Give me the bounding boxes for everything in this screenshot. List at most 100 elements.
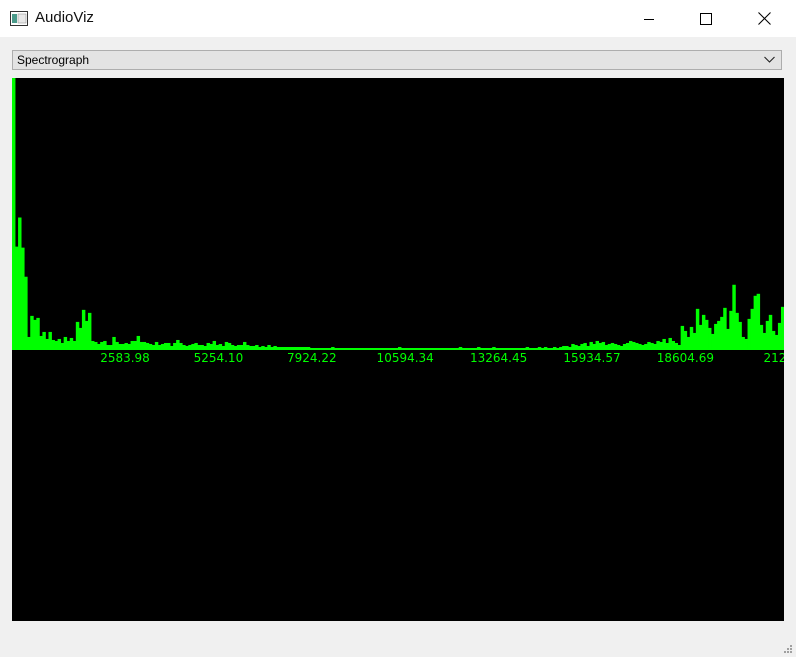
spectrum-bar bbox=[616, 344, 621, 349]
spectrum-bar bbox=[440, 348, 444, 349]
spectrum-bar bbox=[294, 346, 299, 349]
spectrum-bar bbox=[282, 346, 286, 349]
spectrum-bar bbox=[431, 348, 435, 349]
spectrum-bar bbox=[197, 344, 201, 349]
spectrum-bar bbox=[650, 342, 654, 349]
spectrum-bar bbox=[461, 348, 466, 349]
spectrum-bar bbox=[170, 345, 174, 349]
frequency-tick-label: 10594.34 bbox=[376, 351, 434, 365]
spectrum-bar bbox=[732, 284, 736, 349]
spectrum-bar bbox=[94, 341, 98, 349]
resize-grip-icon[interactable] bbox=[783, 644, 793, 654]
spectrum-bar bbox=[328, 348, 332, 349]
spectrum-bar bbox=[525, 346, 530, 349]
spectrum-bar bbox=[492, 346, 496, 349]
spectrum-bar bbox=[100, 341, 104, 349]
spectrum-bar bbox=[24, 276, 28, 349]
spectrum-bar bbox=[188, 344, 192, 349]
spectrum-bar bbox=[698, 324, 703, 349]
spectrum-bar bbox=[312, 348, 317, 349]
spectrum-bar bbox=[109, 344, 113, 349]
maximize-button[interactable] bbox=[677, 0, 735, 37]
spectrum-bar bbox=[595, 340, 599, 349]
chevron-down-icon bbox=[764, 56, 775, 63]
spectrum-bar bbox=[449, 348, 454, 349]
spectrum-bar bbox=[601, 341, 606, 349]
spectrum-bar bbox=[467, 348, 472, 349]
spectrum-bar bbox=[416, 348, 420, 349]
spectrum-bar bbox=[774, 334, 779, 349]
close-button[interactable] bbox=[735, 0, 793, 37]
minimize-button[interactable] bbox=[620, 0, 678, 37]
spectrum-bar bbox=[233, 345, 238, 349]
spectrum-bar bbox=[151, 344, 156, 349]
spectrum-bar bbox=[239, 344, 244, 349]
spectrum-bar bbox=[674, 342, 679, 349]
spectrum-bar bbox=[531, 348, 536, 349]
frequency-tick-label: 2127 bbox=[763, 351, 784, 365]
spectrum-bar bbox=[498, 348, 502, 349]
spectrum-bar bbox=[501, 348, 505, 349]
mode-select-value: Spectrograph bbox=[17, 53, 90, 67]
spectrum-bar bbox=[656, 340, 660, 349]
spectrum-bar bbox=[194, 342, 198, 349]
spectrum-bar bbox=[470, 348, 475, 349]
spectrum-bar bbox=[483, 348, 487, 349]
spectrum-bar bbox=[349, 348, 353, 349]
spectrum-bar bbox=[364, 348, 369, 349]
spectrum-bar bbox=[154, 341, 159, 349]
spectrum-bar bbox=[209, 343, 213, 349]
spectrum-bar bbox=[568, 346, 572, 349]
spectrum-bar bbox=[48, 331, 52, 349]
spectrum-bar bbox=[157, 344, 162, 349]
spectrum-bar bbox=[528, 348, 533, 349]
spectrum-bar bbox=[206, 342, 210, 349]
spectrum-bar bbox=[680, 325, 685, 349]
spectrum-bar bbox=[628, 340, 633, 349]
spectrum-bar bbox=[136, 335, 141, 349]
spectrum-bar bbox=[489, 348, 493, 349]
spectrum-bar bbox=[653, 343, 657, 349]
spectrum-bar bbox=[273, 345, 277, 349]
spectrum-bar bbox=[750, 308, 755, 349]
spectrum-bar bbox=[367, 348, 372, 349]
spectrum-bar bbox=[452, 348, 457, 349]
spectrum-bar bbox=[218, 343, 223, 349]
spectrum-bar bbox=[598, 342, 603, 349]
spectrum-bar bbox=[331, 346, 335, 349]
spectrum-bar bbox=[54, 340, 58, 349]
spectrum-bar bbox=[644, 343, 648, 349]
spectrum-bar bbox=[407, 348, 411, 349]
spectrum-bar bbox=[738, 321, 742, 349]
spectrum-bars bbox=[12, 78, 784, 350]
spectrograph-canvas: 2583.98 5254.10 7924.22 10594.34 13264.45 159… bbox=[12, 78, 784, 621]
spectrum-bar bbox=[632, 341, 636, 349]
spectrum-bar bbox=[382, 348, 387, 349]
spectrum-bar bbox=[534, 348, 539, 349]
spectrum-bar bbox=[115, 341, 119, 349]
spectrum-bar bbox=[486, 348, 490, 349]
spectrum-bar bbox=[173, 342, 177, 349]
spectrum-bar bbox=[346, 348, 350, 349]
spectrum-bar bbox=[708, 327, 712, 349]
spectrum-bar bbox=[112, 336, 116, 349]
spectrum-bar bbox=[607, 343, 612, 349]
spectrum-bar bbox=[91, 340, 95, 349]
spectrum-bar bbox=[753, 295, 758, 349]
spectrum-bar bbox=[659, 341, 663, 349]
spectrum-bar bbox=[370, 348, 375, 349]
spectrum-bar bbox=[413, 348, 417, 349]
spectrum-bar bbox=[543, 346, 548, 349]
spectrum-bar bbox=[458, 346, 463, 349]
mode-select[interactable]: Spectrograph bbox=[12, 50, 782, 70]
spectrum-bar bbox=[504, 348, 508, 349]
spectrum-bar bbox=[227, 342, 232, 349]
spectrum-bar bbox=[236, 344, 241, 349]
frequency-tick-label: 15934.57 bbox=[563, 351, 621, 365]
spectrum-bar bbox=[589, 341, 593, 349]
spectrum-bar bbox=[57, 338, 62, 349]
title-bar[interactable]: AudioViz bbox=[0, 0, 796, 38]
spectrum-bar bbox=[689, 326, 694, 349]
spectrum-bar bbox=[546, 348, 551, 349]
spectrum-bar bbox=[777, 322, 782, 349]
